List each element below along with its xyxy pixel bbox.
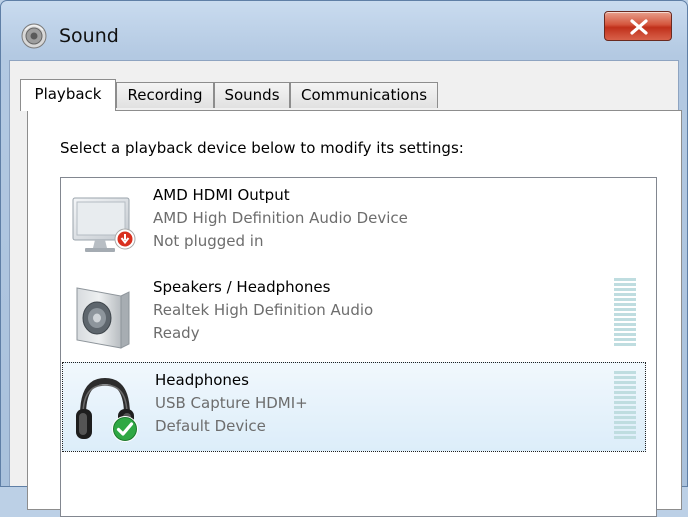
sound-window: Sound Playback Recording Sounds Communic… — [0, 0, 688, 517]
device-description: Realtek High Definition Audio — [153, 301, 374, 319]
instruction-text: Select a playback device below to modify… — [60, 139, 464, 157]
volume-meter — [614, 371, 636, 443]
title-bar[interactable]: Sound — [1, 1, 687, 59]
speaker-icon — [21, 23, 47, 49]
list-item[interactable]: AMD HDMI Output AMD High Definition Audi… — [61, 178, 656, 268]
tab-sounds[interactable]: Sounds — [214, 82, 290, 108]
list-item[interactable]: Speakers / Headphones Realtek High Defin… — [61, 270, 656, 360]
close-button[interactable] — [604, 11, 672, 41]
unplugged-badge-icon — [114, 228, 136, 254]
device-list[interactable]: AMD HDMI Output AMD High Definition Audi… — [60, 177, 657, 517]
device-name: Speakers / Headphones — [153, 278, 331, 296]
speaker-device-icon — [71, 282, 135, 352]
device-status: Not plugged in — [153, 232, 264, 250]
tab-playback[interactable]: Playback — [20, 79, 116, 111]
close-icon — [630, 19, 648, 35]
device-status: Ready — [153, 324, 200, 342]
device-name: Headphones — [155, 371, 249, 389]
dialog-client-area: Playback Recording Sounds Communications… — [9, 60, 682, 517]
list-item[interactable]: Headphones USB Capture HDMI+ Default Dev… — [62, 362, 646, 452]
window-title: Sound — [59, 25, 119, 47]
default-check-icon — [111, 415, 139, 447]
device-status: Default Device — [155, 417, 266, 435]
tab-communications[interactable]: Communications — [290, 82, 438, 108]
playback-panel: Select a playback device below to modify… — [27, 110, 682, 517]
device-name: AMD HDMI Output — [153, 186, 290, 204]
device-description: USB Capture HDMI+ — [155, 394, 308, 412]
volume-meter — [614, 278, 636, 350]
tab-recording[interactable]: Recording — [116, 82, 214, 108]
device-description: AMD High Definition Audio Device — [153, 209, 408, 227]
